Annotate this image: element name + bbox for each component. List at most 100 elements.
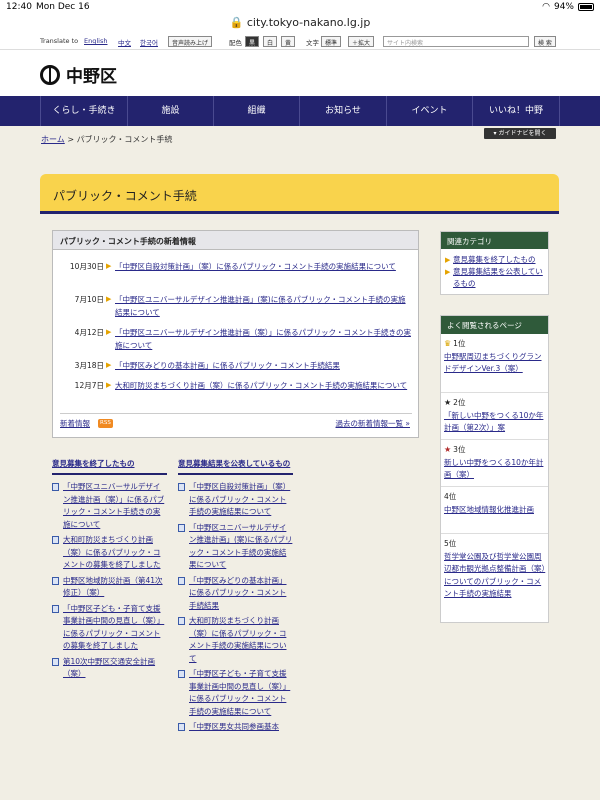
list-item: 「中野区ユニバーサルデザイン推進計画（案）」に係るパブリック・コメント手続きの実… <box>52 481 167 531</box>
breadcrumb-separator: > <box>67 135 75 144</box>
translate-korean-link[interactable]: 한국어 <box>140 37 158 47</box>
ended-link[interactable]: 中野区地域防災計画（第41次修正）（案） <box>63 576 163 598</box>
results-link[interactable]: 「中野区みどりの基本計画」に係るパブリック・コメント手続結果 <box>189 576 287 610</box>
news-link[interactable]: 「中野区ユニバーサルデザイン推進計画」(案)に係るパブリック・コメント手続の実施… <box>115 295 406 317</box>
wifi-icon: ◠ <box>542 2 550 12</box>
breadcrumb-current: パブリック・コメント手続 <box>76 135 173 144</box>
rank-number: 1位 <box>453 339 466 348</box>
list-item: 中野区地域防災計画（第41次修正）（案） <box>52 575 167 600</box>
ranking-link[interactable]: 中野区地域情報化推進計画 <box>444 505 534 514</box>
past-news-link[interactable]: 過去の新着情報一覧 » <box>336 418 410 429</box>
results-link[interactable]: 「中野区男女共同参画基本 <box>189 722 279 731</box>
nakano-emblem-icon <box>40 64 60 85</box>
ranking-item: 5位 哲学堂公園及び哲学堂公園周辺都市観光拠点整備計画（案）についてのパブリック… <box>444 538 546 601</box>
news-link[interactable]: 「中野区ユニバーサルデザイン推進計画（案）」に係るパブリック・コメント手続きの実… <box>115 328 411 350</box>
news-date: 10月30日 <box>69 262 104 271</box>
rss-link[interactable]: 新着情報 <box>60 418 90 429</box>
news-box: パブリック・コメント手続の新着情報 10月30日 ▶ 「中野区自殺対策計画」（案… <box>52 230 419 438</box>
list-item: 大和町防災まちづくり計画（案）に係るパブリック・コメントの募集を終了しました <box>52 534 167 572</box>
font-bigger-button[interactable]: ＋拡大 <box>348 36 375 47</box>
rank-number: 5位 <box>444 539 457 548</box>
related-link[interactable]: 意見募集を終了したもの <box>453 255 536 264</box>
nav-item-life[interactable]: くらし・手続き <box>40 96 127 126</box>
font-standard-button[interactable]: 標準 <box>321 36 342 47</box>
ranking-item: ★ 2位 「新しい中野をつくる10か年計画（第2次）」案 <box>444 397 546 435</box>
document-icon <box>52 483 59 491</box>
utility-toolbar: Translate to English 中文 한국어 音声読み上げ 配色 黒 … <box>0 34 600 50</box>
url-text: city.tokyo-nakano.lg.jp <box>246 16 371 29</box>
color-black-button[interactable]: 黒 <box>245 36 260 47</box>
news-link[interactable]: 「中野区みどりの基本計画」に係るパブリック・コメント手続結果 <box>115 361 340 370</box>
results-heading-link[interactable]: 意見募集結果を公表しているもの <box>178 459 290 468</box>
rank-number: 4位 <box>444 492 457 501</box>
news-link[interactable]: 大和町防災まちづくり計画（案）に係るパブリック・コメント手続の実施結果について <box>115 381 407 390</box>
list-item: 第10次中野区交通安全計画（案） <box>52 656 167 681</box>
ended-link[interactable]: 「中野区子ども・子育て支援事業計画中間の見直し（案）」に係るパブリック・コメント… <box>63 604 164 651</box>
lock-icon: 🔒 <box>229 16 244 29</box>
nav-item-events[interactable]: イベント <box>386 96 472 126</box>
news-link[interactable]: 「中野区自殺対策計画」（案）に係るパブリック・コメント手続の実施結果について <box>115 262 396 271</box>
divider <box>441 533 548 534</box>
ended-link[interactable]: 第10次中野区交通安全計画（案） <box>63 657 155 679</box>
address-bar[interactable]: 🔒 city.tokyo-nakano.lg.jp <box>0 14 600 34</box>
translate-chinese-link[interactable]: 中文 <box>118 37 131 47</box>
list-item: 「中野区子ども・子育て支援事業計画中間の見直し（案）」に係るパブリック・コメント… <box>52 603 167 653</box>
nav-item-iine-nakano[interactable]: いいね！中野 <box>472 96 560 126</box>
news-item: 10月30日 ▶ 「中野区自殺対策計画」（案）に係るパブリック・コメント手続の実… <box>60 260 412 286</box>
list-item: ▶ 意見募集を終了したもの <box>445 254 544 266</box>
results-column: 意見募集結果を公表しているもの 「中野区自殺対策計画」（案）に係るパブリック・コ… <box>178 458 293 737</box>
results-link[interactable]: 大和町防災まちづくり計画（案）に係るパブリック・コメント手続の実施結果について <box>189 616 287 663</box>
document-icon <box>178 576 185 585</box>
color-yellow-button[interactable]: 黄 <box>281 36 296 47</box>
crown-icon: ♛ <box>444 339 452 348</box>
document-icon <box>178 523 185 532</box>
rss-icon[interactable]: RSS <box>98 419 113 428</box>
nav-item-organization[interactable]: 組織 <box>213 96 299 126</box>
nav-item-news[interactable]: お知らせ <box>299 96 386 126</box>
document-icon <box>178 617 185 625</box>
ended-link[interactable]: 「中野区ユニバーサルデザイン推進計画（案）」に係るパブリック・コメント手続きの実… <box>63 482 164 529</box>
news-heading: パブリック・コメント手続の新着情報 <box>53 231 418 250</box>
ranking-item: ★ 3位 新しい中野をつくる10か年計画（案） <box>444 444 546 482</box>
results-link[interactable]: 「中野区子ども・子育て支援事業計画中間の見直し（案）」に係るパブリック・コメント… <box>189 669 290 716</box>
list-item: 「中野区子ども・子育て支援事業計画中間の見直し（案）」に係るパブリック・コメント… <box>178 668 293 718</box>
nav-item-facilities[interactable]: 施設 <box>127 96 213 126</box>
search-button[interactable]: 検 索 <box>534 36 556 47</box>
status-date: Mon Dec 16 <box>36 2 90 12</box>
guide-navi-label: ガイドナビを開く <box>498 130 547 137</box>
results-link[interactable]: 「中野区ユニバーサルデザイン推進計画」(案)に係るパブリック・コメント手続の実施… <box>189 523 292 570</box>
ranking-box: よく閲覧されるページ ♛ 1位 中野駅周辺まちづくりグランドデザインVer.3（案… <box>440 315 549 623</box>
ranking-link[interactable]: 「新しい中野をつくる10か年計画（第2次）」案 <box>444 411 543 433</box>
news-date: 3月18日 <box>74 361 104 370</box>
site-search-input[interactable]: サイト内検索 <box>383 36 529 47</box>
ended-heading-link[interactable]: 意見募集を終了したもの <box>52 459 135 468</box>
star-icon: ★ <box>444 398 452 407</box>
status-time: 12:40 <box>6 2 32 12</box>
arrow-icon: ▶ <box>106 381 112 389</box>
voice-reader-button[interactable]: 音声読み上げ <box>168 36 213 47</box>
rank-number: 2位 <box>453 398 466 407</box>
related-categories: 関連カテゴリ ▶ 意見募集を終了したもの ▶ 意見募集結果を公表しているもの <box>440 231 549 295</box>
list-item: 「中野区みどりの基本計画」に係るパブリック・コメント手続結果 <box>178 575 293 613</box>
news-item: 12月7日 ▶ 大和町防災まちづくり計画（案）に係るパブリック・コメント手続の実… <box>60 379 412 405</box>
site-header: 中野区 <box>0 50 600 96</box>
global-nav: くらし・手続き 施設 組織 お知らせ イベント いいね！中野 <box>0 96 600 126</box>
news-item: 7月10日 ▶ 「中野区ユニバーサルデザイン推進計画」(案)に係るパブリック・コ… <box>60 293 412 319</box>
related-heading: 関連カテゴリ <box>441 232 548 249</box>
results-link[interactable]: 「中野区自殺対策計画」（案）に係るパブリック・コメント手続の実施結果について <box>189 482 290 516</box>
ended-link[interactable]: 大和町防災まちづくり計画（案）に係るパブリック・コメントの募集を終了しました <box>63 535 161 569</box>
ranking-link[interactable]: 哲学堂公園及び哲学堂公園周辺都市観光拠点整備計画（案）についてのパブリック・コメ… <box>444 552 545 599</box>
guide-navi-button[interactable]: ▾ ガイドナビを開く <box>484 128 556 139</box>
related-link[interactable]: 意見募集結果を公表しているもの <box>453 267 543 288</box>
translate-english-link[interactable]: English <box>84 37 107 45</box>
ranking-link[interactable]: 新しい中野をつくる10か年計画（案） <box>444 458 543 480</box>
site-logo[interactable]: 中野区 <box>40 62 117 87</box>
document-icon <box>52 657 59 666</box>
ranking-link[interactable]: 中野駅周辺まちづくりグランドデザインVer.3（案） <box>444 352 542 374</box>
color-white-button[interactable]: 白 <box>263 36 278 47</box>
breadcrumb-home-link[interactable]: ホーム <box>41 135 65 144</box>
divider <box>60 413 412 414</box>
battery-percent: 94% <box>553 2 574 12</box>
rank-number: 3位 <box>453 445 466 454</box>
document-icon <box>178 670 185 678</box>
